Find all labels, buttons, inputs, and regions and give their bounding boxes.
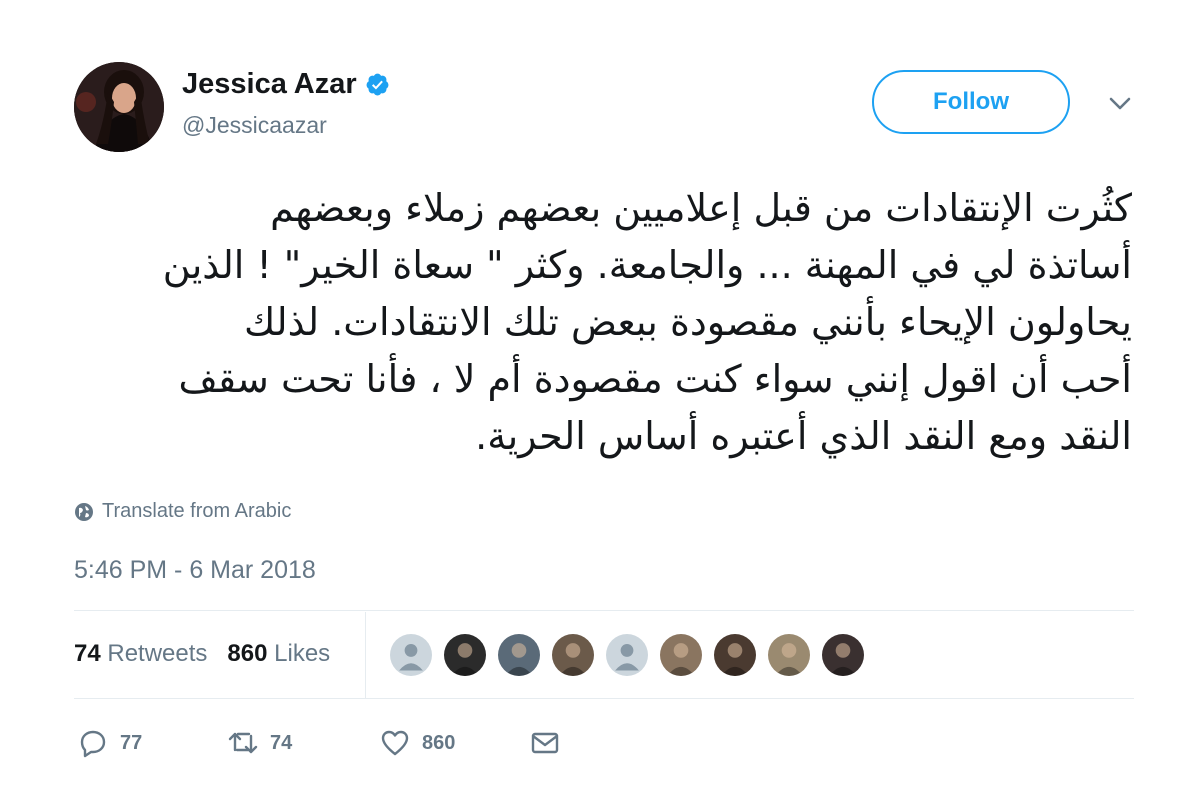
retweets-label[interactable]: Retweets xyxy=(107,640,207,667)
retweets-stat[interactable]: 74 Retweets xyxy=(74,640,207,668)
tweet-card: Jessica Azar @Jessicaazar Follow كثُرت ا… xyxy=(0,0,1200,793)
heart-icon xyxy=(381,730,409,756)
tweet-actions: 77 74 860 xyxy=(78,728,560,758)
liker-avatar[interactable] xyxy=(604,632,650,678)
tweet-text: كثُرت الإنتقادات من قبل إعلاميين بعضهم ز… xyxy=(70,180,1132,465)
tweet-timestamp[interactable]: 5:46 PM - 6 Mar 2018 xyxy=(74,556,316,585)
liker-avatar[interactable] xyxy=(496,632,542,678)
liker-avatar[interactable] xyxy=(712,632,758,678)
likes-label[interactable]: Likes xyxy=(274,640,330,667)
retweet-icon xyxy=(228,732,258,754)
like-button[interactable]: 860 xyxy=(380,728,530,758)
avatar[interactable] xyxy=(74,62,164,152)
tweet-text-line: يحاولون الإيحاء بأنني مقصودة ببعض تلك ال… xyxy=(244,300,1132,344)
tweet-text-line: كثُرت الإنتقادات من قبل إعلاميين بعضهم ز… xyxy=(270,186,1132,230)
reply-count: 77 xyxy=(120,731,143,754)
like-count: 860 xyxy=(422,731,456,754)
tweet-text-line: أحب أن اقول إنني سواء كنت مقصودة أم لا ،… xyxy=(178,357,1132,401)
liker-avatar[interactable] xyxy=(550,632,596,678)
translate-link[interactable]: Translate from Arabic xyxy=(74,500,291,523)
tweet-stats: 74 Retweets 860 Likes xyxy=(74,640,330,668)
liker-avatar[interactable] xyxy=(658,632,704,678)
display-name-text[interactable]: Jessica Azar xyxy=(182,68,357,101)
tweet-text-line: النقد ومع النقد الذي أعتبره أساس الحرية. xyxy=(475,414,1132,458)
retweet-count: 74 xyxy=(270,731,293,754)
liker-avatar[interactable] xyxy=(442,632,488,678)
liker-avatars xyxy=(388,632,866,678)
liker-avatar[interactable] xyxy=(766,632,812,678)
direct-message-button[interactable] xyxy=(530,728,560,758)
divider xyxy=(74,610,1134,611)
verified-badge-icon xyxy=(366,73,389,96)
stats-separator xyxy=(365,612,366,698)
envelope-icon xyxy=(531,732,559,754)
likes-count[interactable]: 860 xyxy=(227,640,267,667)
liker-avatar[interactable] xyxy=(388,632,434,678)
globe-icon xyxy=(75,502,93,521)
divider xyxy=(74,698,1134,699)
chevron-down-icon[interactable] xyxy=(1106,92,1134,116)
reply-icon xyxy=(80,730,106,758)
tweet-text-line: أساتذة لي في المهنة ... والجامعة. وكثر "… xyxy=(162,243,1132,287)
user-handle[interactable]: @Jessicaazar xyxy=(182,112,327,139)
retweets-count[interactable]: 74 xyxy=(74,640,101,667)
follow-button[interactable]: Follow xyxy=(872,70,1070,134)
retweet-button[interactable]: 74 xyxy=(228,728,380,758)
translate-label[interactable]: Translate from Arabic xyxy=(102,500,291,523)
display-name[interactable]: Jessica Azar xyxy=(182,68,390,101)
reply-button[interactable]: 77 xyxy=(78,728,228,758)
liker-avatar[interactable] xyxy=(820,632,866,678)
likes-stat[interactable]: 860 Likes xyxy=(227,640,330,668)
